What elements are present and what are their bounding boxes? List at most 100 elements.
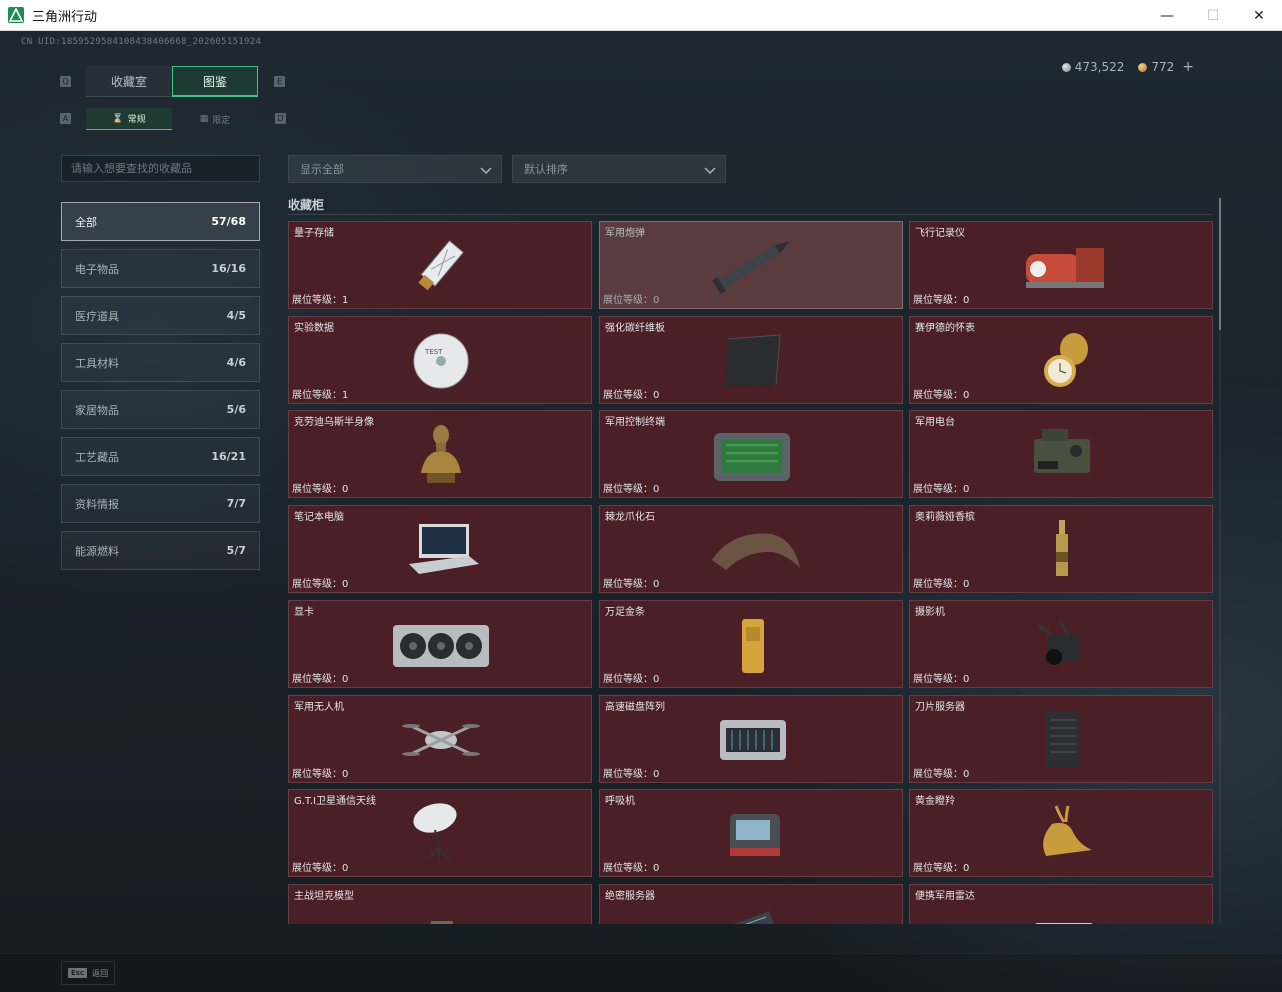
category-label: 电子物品: [75, 262, 119, 276]
collection-card[interactable]: 万足金条 展位等级：0: [599, 599, 903, 688]
subtab-next-key[interactable]: D: [275, 113, 286, 124]
item-name: 克劳迪乌斯半身像: [294, 417, 374, 429]
tab-prev-key[interactable]: Q: [60, 76, 71, 87]
level-label: 展位等级：: [292, 389, 342, 401]
disk-array-icon: [702, 706, 802, 772]
collection-card[interactable]: 强化碳纤维板 展位等级：0: [599, 315, 903, 404]
collection-card[interactable]: 军用控制终端 展位等级：0: [599, 410, 903, 499]
category-count: 7/7: [226, 497, 246, 510]
item-level: 展位等级：0: [913, 765, 969, 780]
level-label: 展位等级：: [913, 295, 963, 306]
collection-card[interactable]: 便携军用雷达展位等级：0: [909, 883, 1213, 924]
category-label: 资料情报: [75, 497, 119, 511]
item-level: 展位等级：0: [603, 480, 659, 495]
pocket-watch-icon: [1012, 327, 1112, 393]
item-level: 展位等级：0: [292, 575, 348, 590]
item-level: 展位等级：0: [913, 480, 969, 495]
collection-card[interactable]: 实验数据 TEST 展位等级：1: [288, 315, 592, 404]
minimize-button[interactable]: —: [1144, 0, 1190, 31]
item-level: 展位等级：0: [603, 765, 659, 780]
collection-card[interactable]: 刀片服务器 展位等级：0: [909, 694, 1213, 783]
flight-recorder-icon: [1012, 232, 1112, 298]
secret-server-icon: [702, 895, 802, 924]
footer-bar: Esc 返回: [0, 953, 1282, 992]
subtab-regular[interactable]: ⌛ 常规: [86, 108, 172, 130]
category-label: 家居物品: [75, 403, 119, 417]
collection-card[interactable]: 赛伊德的怀表 展位等级：0: [909, 315, 1213, 404]
subtab-limited[interactable]: ▦ 限定: [172, 108, 258, 130]
item-name: 呼吸机: [605, 796, 635, 808]
collection-card[interactable]: 黄金瞪羚 展位等级：0: [909, 789, 1213, 878]
item-name: 实验数据: [294, 322, 334, 334]
collection-card[interactable]: 摄影机 展位等级：0: [909, 599, 1213, 688]
tab-next-key[interactable]: E: [274, 76, 285, 87]
maximize-button[interactable]: ☐: [1190, 0, 1236, 31]
tank-model-icon: [391, 895, 491, 924]
category-count: 16/21: [211, 450, 246, 463]
collection-card[interactable]: 军用炮弹 展位等级：0: [599, 221, 903, 309]
category-item[interactable]: 能源燃料 5/7: [61, 531, 260, 570]
collection-card[interactable]: 量子存储 展位等级：1: [288, 221, 592, 309]
category-item[interactable]: 全部 57/68: [61, 202, 260, 241]
tab-codex[interactable]: 图鉴: [172, 66, 258, 97]
level-value: 0: [963, 295, 970, 306]
close-button[interactable]: ✕: [1236, 0, 1282, 31]
category-item[interactable]: 电子物品 16/16: [61, 249, 260, 288]
item-level: 展位等级：0: [913, 386, 969, 401]
category-item[interactable]: 资料情报 7/7: [61, 484, 260, 523]
item-name: 笔记本电脑: [294, 512, 344, 524]
collection-card[interactable]: 高速磁盘阵列 展位等级：0: [599, 694, 903, 783]
category-item[interactable]: 家居物品 5/6: [61, 390, 260, 429]
item-level: 展位等级：0: [603, 386, 659, 401]
drone-icon: [391, 706, 491, 772]
collection-search-input[interactable]: [61, 155, 260, 182]
cabinet-scrollbar-thumb[interactable]: [1219, 198, 1221, 330]
item-name: 强化碳纤维板: [605, 322, 665, 334]
add-currency-button[interactable]: +: [1182, 59, 1194, 75]
category-item[interactable]: 工具材料 4/6: [61, 343, 260, 382]
collection-card[interactable]: 飞行记录仪展位等级：0: [909, 221, 1213, 309]
collection-card[interactable]: 军用电台 展位等级：0: [909, 410, 1213, 499]
level-label: 展位等级：: [913, 863, 963, 875]
level-value: 0: [653, 389, 660, 401]
collection-card[interactable]: 克劳迪乌斯半身像 展位等级：0: [288, 410, 592, 499]
quantum-storage-icon: [391, 232, 491, 298]
category-item[interactable]: 医疗道具 4/5: [61, 296, 260, 335]
collection-card[interactable]: 奥莉薇娅香槟 展位等级：0: [909, 505, 1213, 594]
game-viewport: CN UID:1859529584108438406668_2026051519…: [0, 31, 1282, 992]
collection-card[interactable]: 显卡 展位等级：0: [288, 599, 592, 688]
window-titlebar: 三角洲行动 — ☐ ✕: [0, 0, 1282, 31]
collection-card[interactable]: G.T.I卫星通信天线 展位等级：0: [288, 789, 592, 878]
back-button[interactable]: Esc 返回: [61, 961, 115, 985]
subtab-prev-key[interactable]: A: [60, 113, 71, 124]
collection-card[interactable]: 笔记本电脑展位等级：0: [288, 505, 592, 594]
display-filter-dropdown[interactable]: 显示全部: [288, 155, 502, 183]
level-label: 展位等级：: [603, 389, 653, 401]
level-label: 展位等级：: [603, 295, 653, 306]
level-value: 0: [963, 389, 970, 401]
category-label: 医疗道具: [75, 309, 119, 323]
level-value: 0: [653, 484, 660, 496]
collection-card[interactable]: 呼吸机 展位等级：0: [599, 789, 903, 878]
esc-key: Esc: [68, 968, 88, 978]
display-filter-value: 显示全部: [300, 163, 344, 176]
collection-card[interactable]: 绝密服务器展位等级：0: [599, 883, 903, 924]
category-count: 4/6: [226, 356, 246, 369]
window-title: 三角洲行动: [32, 9, 98, 25]
level-value: 1: [342, 389, 349, 401]
item-name: 飞行记录仪: [915, 228, 965, 239]
level-value: 0: [342, 768, 349, 780]
category-item[interactable]: 工艺藏品 16/21: [61, 437, 260, 476]
collection-card[interactable]: 主战坦克模型展位等级：0: [288, 883, 592, 924]
sort-dropdown[interactable]: 默认排序: [512, 155, 726, 183]
portable-radar-icon: [1012, 895, 1112, 924]
collection-card[interactable]: 军用无人机 展位等级：0: [288, 694, 592, 783]
item-name: 万足金条: [605, 606, 645, 618]
item-name: 军用炮弹: [605, 228, 645, 239]
level-value: 0: [963, 579, 970, 591]
tab-collection-room[interactable]: 收藏室: [86, 66, 172, 97]
silver-coin-icon: [1061, 62, 1071, 72]
user-id: CN UID:1859529584108438406668_2026051519…: [21, 37, 262, 47]
collection-card[interactable]: 棘龙爪化石 展位等级：0: [599, 505, 903, 594]
item-name: 摄影机: [915, 606, 945, 618]
